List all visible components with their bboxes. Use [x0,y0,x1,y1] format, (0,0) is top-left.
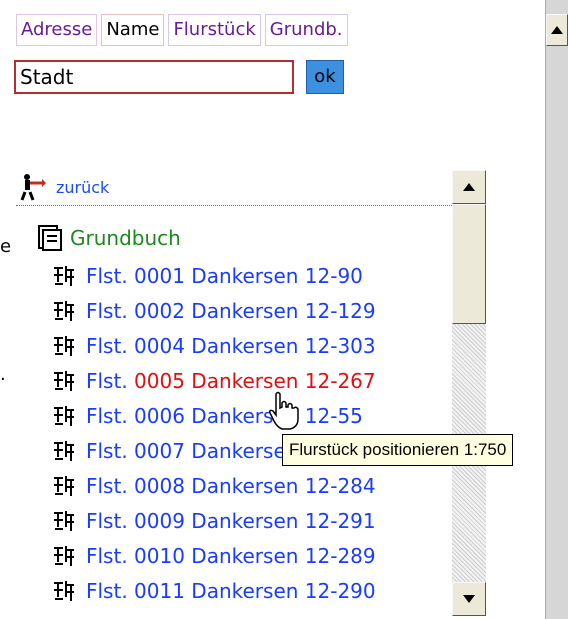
item-text: 0002 Dankersen 12-129 [134,298,376,323]
tab-adresse[interactable]: Adresse [16,14,98,46]
scroll-down-button[interactable] [452,582,486,616]
parcel-icon [54,545,74,566]
tab-bar: Adresse Name Flurstück Grundb. [16,14,348,46]
item-prefix: Flst. [86,578,135,603]
parcel-icon [54,475,74,496]
ok-button[interactable]: ok [306,60,344,94]
list-item[interactable]: Flst. 0008 Dankersen 12-284 [52,468,376,503]
item-prefix: Flst. [86,508,135,533]
back-link[interactable]: zurück [56,178,109,197]
edge-char-bottom: . [0,364,6,385]
list-item[interactable]: Flst. 0001 Dankersen 12-90 [52,258,376,293]
scroll-up-button[interactable] [452,170,486,204]
book-icon [38,225,62,251]
tree-root-label: Grundbuch [70,226,181,250]
arrow-up-icon [551,26,563,34]
parcel-icon [54,265,74,286]
tab-grundbuch[interactable]: Grundb. [264,14,348,46]
parcel-icon [54,300,74,321]
divider [16,205,456,206]
search-input[interactable] [14,60,294,94]
item-prefix: Flst. [86,438,135,463]
list-item[interactable]: Flst. 0004 Dankersen 12-303 [52,328,376,363]
list-item-hovered[interactable]: Flst. 0005 Dankersen 12-267 [52,363,376,398]
item-text: 0011 Dankersen 12-290 [134,578,376,603]
parcel-icon [54,335,74,356]
item-text: 0009 Dankersen 12-291 [134,508,376,533]
list-item[interactable]: Flst. 0009 Dankersen 12-291 [52,503,376,538]
item-text: 0008 Dankersen 12-284 [134,473,376,498]
arrow-up-icon [463,183,475,191]
page-scroll-up-button[interactable] [546,14,568,46]
item-prefix: Flst. [86,298,135,323]
scrollbar-thumb[interactable] [452,204,486,324]
item-prefix: Flst. [86,368,135,393]
item-text: 0010 Dankersen 12-289 [134,543,376,568]
list-item[interactable]: Flst. 0006 Dankersen 12-55 [52,398,376,433]
back-row[interactable]: zurück [16,172,109,202]
item-prefix: Flst. [86,473,135,498]
parcel-icon [54,405,74,426]
item-prefix: Flst. [86,403,135,428]
tooltip: Flurstück positionieren 1:750 [282,434,514,466]
parcel-icon [54,370,74,391]
item-prefix: Flst. [86,333,135,358]
back-person-icon[interactable] [16,172,46,202]
list-item[interactable]: Flst. 0011 Dankersen 12-290 [52,573,376,608]
tab-flurstueck[interactable]: Flurstück [168,14,261,46]
item-prefix: Flst. [86,263,135,288]
item-prefix: Flst. [86,543,135,568]
page-scrollbar[interactable] [546,0,568,619]
parcel-icon [54,580,74,601]
item-text: 0005 Dankersen 12-267 [134,368,376,393]
hand-cursor-icon [269,391,299,430]
item-text: 0006 Dankersen 12-55 [134,403,363,428]
left-edge: e . [0,0,12,619]
arrow-down-icon [463,595,475,603]
list-item[interactable]: Flst. 0010 Dankersen 12-289 [52,538,376,573]
edge-char-top: e [0,236,12,257]
tree-root[interactable]: Grundbuch [36,222,181,254]
parcel-icon [54,510,74,531]
item-text: 0001 Dankersen 12-90 [134,263,363,288]
item-text: 0004 Dankersen 12-303 [134,333,376,358]
list-item[interactable]: Flst. 0002 Dankersen 12-129 [52,293,376,328]
parcel-icon [54,440,74,461]
tab-name[interactable]: Name [101,14,165,46]
list-scrollbar[interactable] [452,170,486,616]
parcel-list: Flst. 0001 Dankersen 12-90 Flst. 0002 Da… [52,258,376,608]
